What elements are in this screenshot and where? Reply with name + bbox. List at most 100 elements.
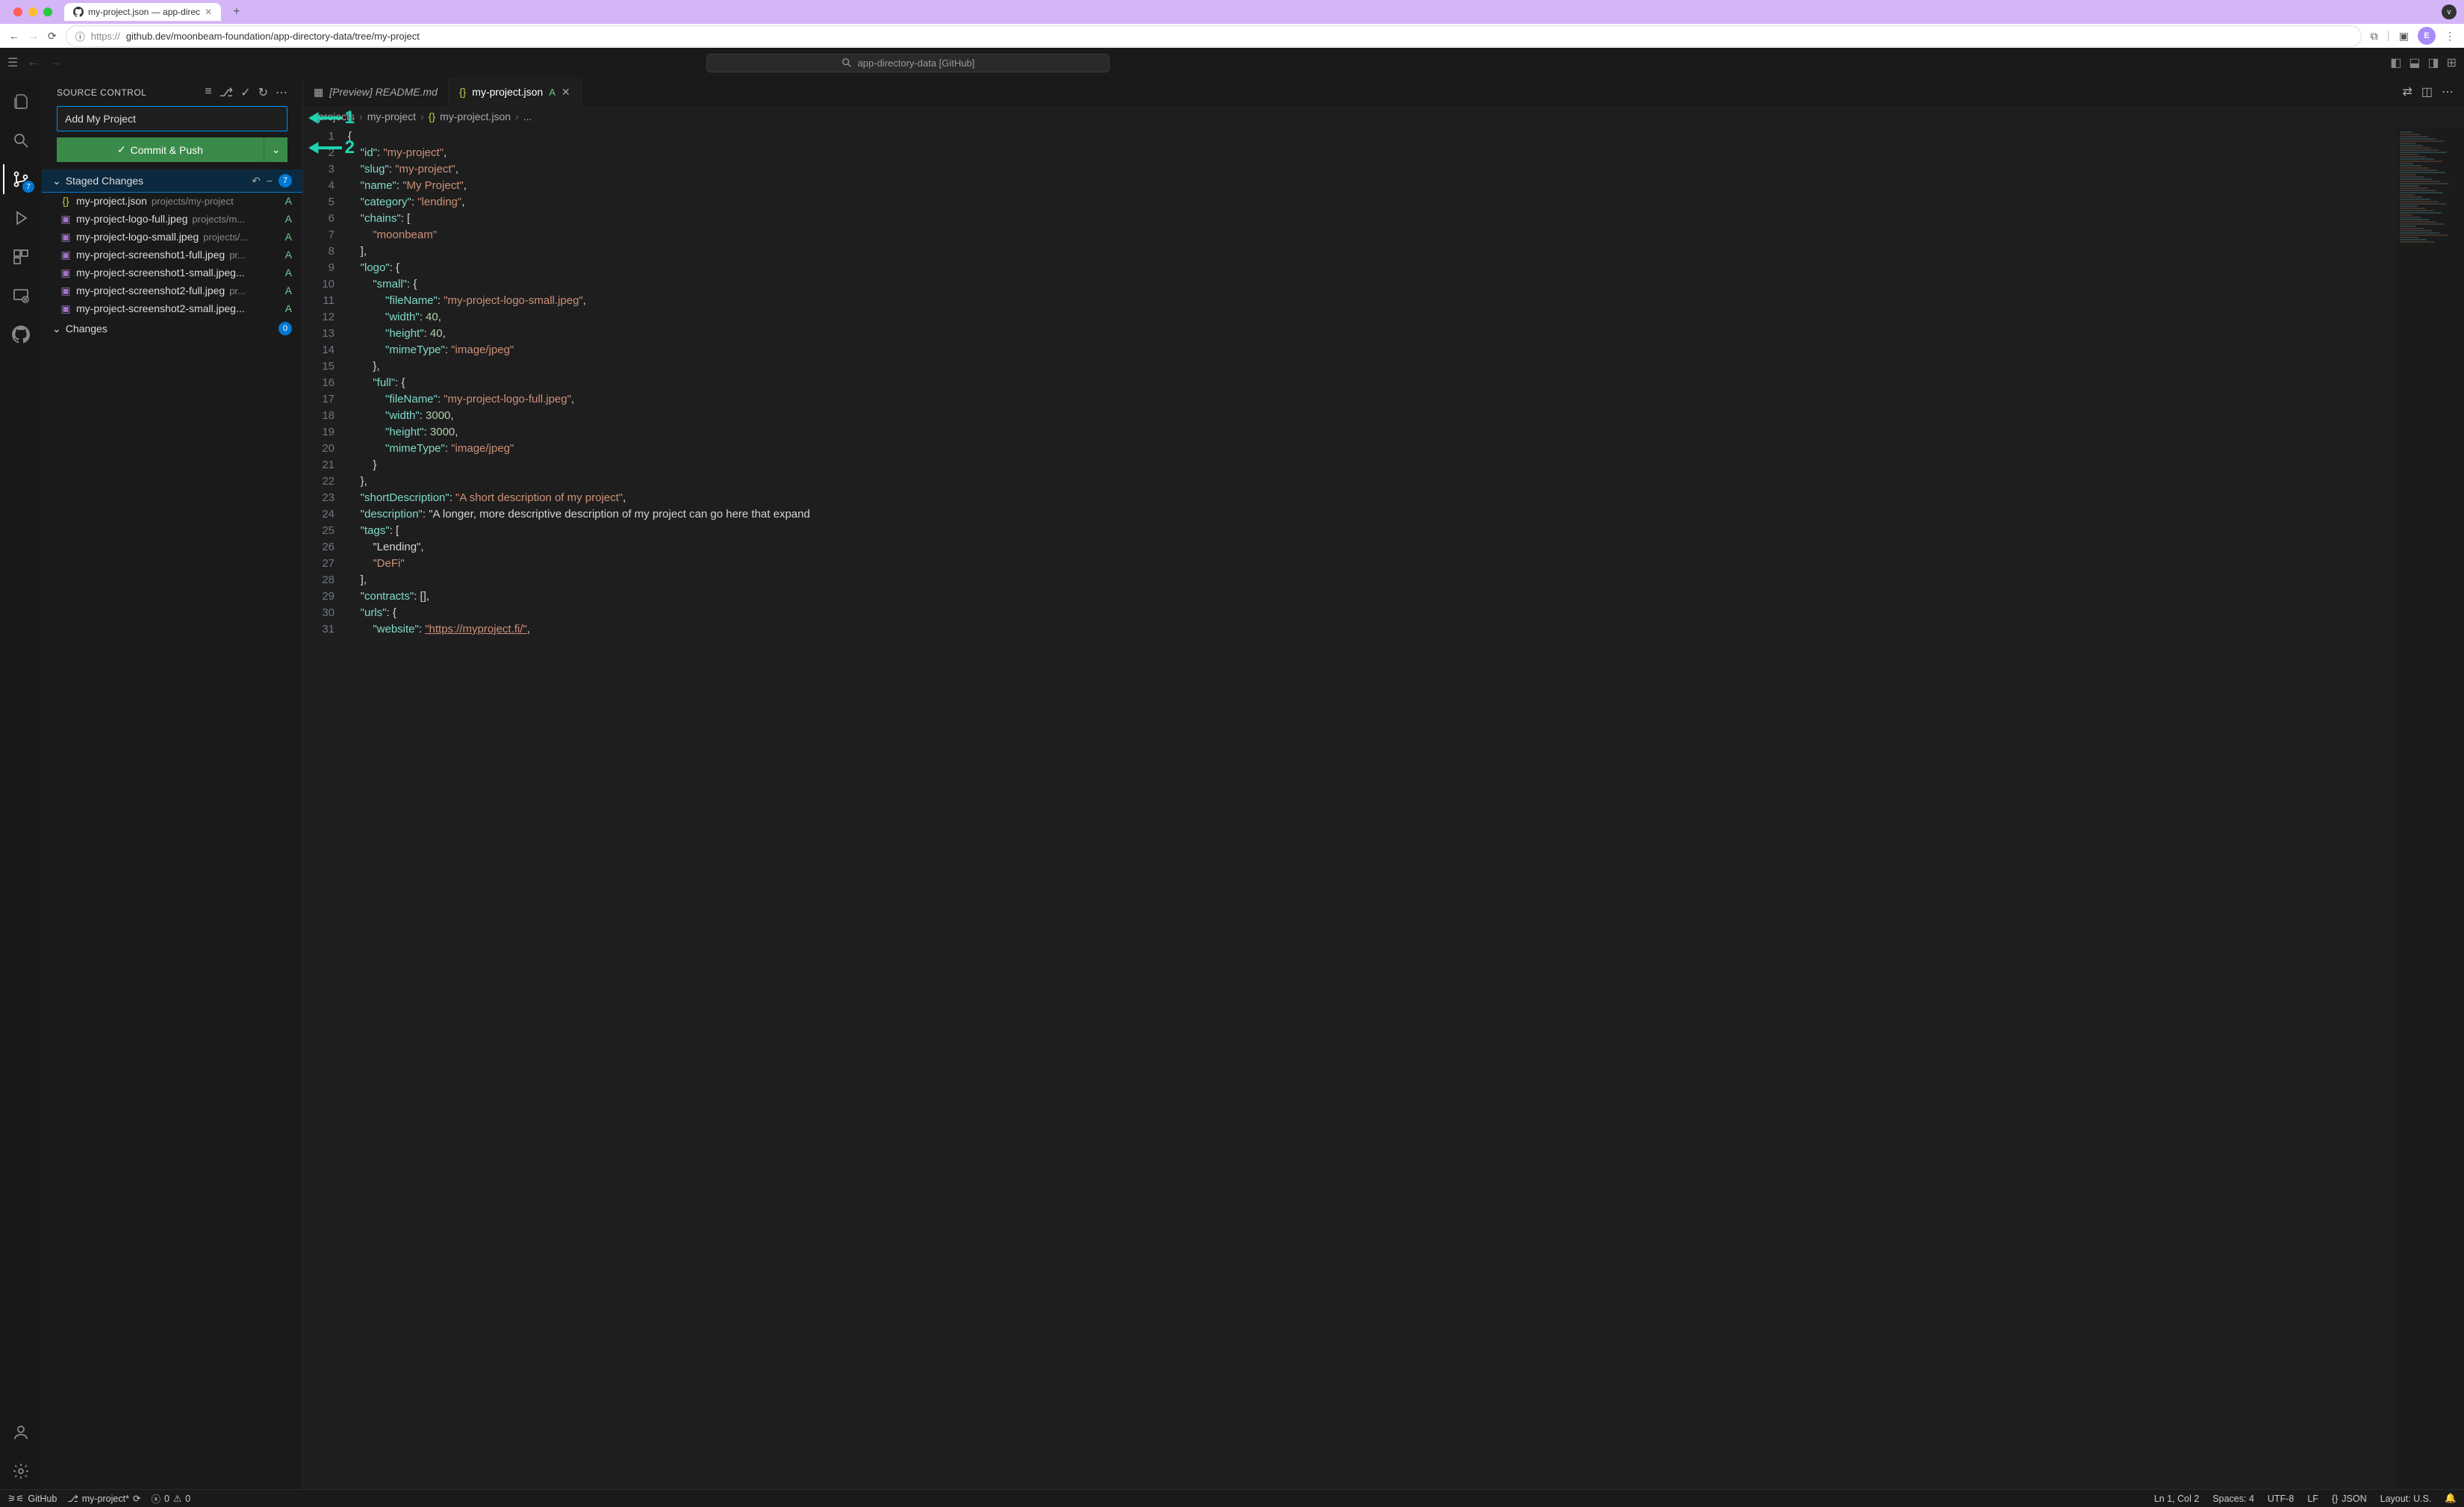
staged-changes-section[interactable]: ⌄ Staged Changes ↶ − 7 xyxy=(42,170,302,192)
url-bar[interactable]: ⓘ https://github.dev/moonbeam-foundation… xyxy=(66,25,2362,47)
breadcrumb-part[interactable]: my-project.json xyxy=(440,111,511,122)
activity-remote[interactable] xyxy=(3,278,39,314)
nav-back[interactable]: ← xyxy=(27,56,39,69)
file-dir: projects/my-project xyxy=(152,196,234,207)
site-info-icon[interactable]: ⓘ xyxy=(75,29,85,43)
create-pr-icon[interactable]: ⎇ xyxy=(220,85,233,100)
minimap[interactable] xyxy=(2397,127,2464,1489)
breadcrumb-part[interactable]: ... xyxy=(523,111,532,122)
layout-sidebar-left-icon[interactable]: ◧ xyxy=(2390,55,2401,70)
staged-file-item[interactable]: ▣my-project-screenshot2-full.jpeg pr...A xyxy=(42,282,302,299)
eol-status[interactable]: LF xyxy=(2307,1493,2318,1504)
commit-push-button[interactable]: ✓ Commit & Push xyxy=(57,137,264,162)
search-icon xyxy=(12,131,30,149)
browser-tab[interactable]: my-project.json — app-direc ✕ xyxy=(64,3,221,21)
refresh-icon[interactable]: ↻ xyxy=(258,85,268,100)
back-button[interactable]: ← xyxy=(9,30,19,42)
git-branch-status[interactable]: ⎇ my-project* ⟳ xyxy=(67,1493,140,1504)
changes-count: 0 xyxy=(279,322,292,335)
activity-search[interactable] xyxy=(3,122,39,158)
chevron-right-icon: › xyxy=(359,111,363,122)
layout-grid-icon[interactable]: ⊞ xyxy=(2447,55,2457,70)
split-editor-icon[interactable]: ◫ xyxy=(2421,84,2433,99)
activity-bar: 7 xyxy=(0,78,42,1489)
files-icon xyxy=(12,93,30,111)
staged-file-item[interactable]: ▣my-project-screenshot1-full.jpeg pr...A xyxy=(42,246,302,264)
json-icon: {} xyxy=(60,195,72,207)
code-editor[interactable]: 1234567891011121314151617181920212223242… xyxy=(303,127,2464,1489)
staged-file-item[interactable]: ▣my-project-screenshot1-small.jpeg... A xyxy=(42,264,302,282)
window-maximize[interactable] xyxy=(43,7,52,16)
notifications-icon[interactable]: 🔔 xyxy=(2445,1493,2457,1504)
close-icon[interactable]: ✕ xyxy=(561,86,570,99)
staged-file-item[interactable]: ▣my-project-logo-full.jpeg projects/m...… xyxy=(42,210,302,228)
tab-label: [Preview] README.md xyxy=(329,86,438,98)
commit-check-icon[interactable]: ✓ xyxy=(240,85,250,100)
close-icon[interactable]: ✕ xyxy=(205,7,212,17)
sync-icon[interactable]: ⟳ xyxy=(133,1493,140,1504)
annotation-2: 2 xyxy=(309,137,355,158)
check-icon: ✓ xyxy=(117,143,126,156)
breadcrumb-part[interactable]: my-project xyxy=(367,111,416,122)
breadcrumb[interactable]: projects › my-project › {} my-project.js… xyxy=(303,106,2464,127)
new-tab-button[interactable]: + xyxy=(227,5,246,19)
profile-avatar[interactable]: E xyxy=(2418,27,2436,45)
staged-count: 7 xyxy=(279,174,292,187)
staged-file-item[interactable]: ▣my-project-screenshot2-small.jpeg... A xyxy=(42,299,302,317)
remote-icon: ⚞⚟ xyxy=(7,1493,24,1504)
window-minimize[interactable] xyxy=(28,7,37,16)
window-close[interactable] xyxy=(13,7,22,16)
staged-file-item[interactable]: {}my-project.json projects/my-projectA xyxy=(42,192,302,210)
indentation-status[interactable]: Spaces: 4 xyxy=(2212,1493,2254,1504)
file-name: my-project-logo-full.jpeg xyxy=(76,213,187,225)
extensions-icon[interactable]: ⧉ xyxy=(2371,30,2378,43)
activity-extensions[interactable] xyxy=(3,239,39,275)
staged-label: Staged Changes xyxy=(66,175,143,187)
annotation-1: 1 xyxy=(309,108,355,128)
more-actions-icon[interactable]: ⋯ xyxy=(276,85,287,100)
activity-source-control[interactable]: 7 xyxy=(3,161,39,197)
activity-run-debug[interactable] xyxy=(3,200,39,236)
scm-tree: ⌄ Staged Changes ↶ − 7 {}my-project.json… xyxy=(42,170,302,1489)
tab-preview-readme[interactable]: ▦ [Preview] README.md xyxy=(303,78,449,106)
view-as-tree-icon[interactable]: ≡ xyxy=(205,85,211,100)
command-center[interactable]: app-directory-data [GitHub] xyxy=(706,54,1110,72)
remote-indicator[interactable]: ⚞⚟ GitHub xyxy=(7,1493,57,1504)
tab-my-project-json[interactable]: {} my-project.json A ✕ xyxy=(449,78,582,106)
scm-badge: 7 xyxy=(22,181,34,193)
activity-github[interactable] xyxy=(3,317,39,352)
vscode-app: ☰ ← → app-directory-data [GitHub] ◧ ⬓ ◨ … xyxy=(0,48,2464,1507)
sidepanel-icon[interactable]: ▣ xyxy=(2399,30,2409,43)
activity-explorer[interactable] xyxy=(3,84,39,119)
browser-dropdown[interactable]: v xyxy=(2442,4,2457,19)
activity-account[interactable] xyxy=(3,1414,39,1450)
code-content[interactable]: { "id": "my-project", "slug": "my-projec… xyxy=(348,127,2397,1489)
source-control-sidebar: Source Control ≡ ⎇ ✓ ↻ ⋯ ✓ Commit & Push xyxy=(42,78,303,1489)
minus-icon[interactable]: − xyxy=(267,175,273,187)
chevron-right-icon: › xyxy=(420,111,424,122)
layout-panel-icon[interactable]: ⬓ xyxy=(2409,55,2420,70)
commit-message-input[interactable] xyxy=(57,106,287,131)
chevron-down-icon: v xyxy=(2442,4,2457,19)
github-icon xyxy=(73,7,84,17)
staged-file-item[interactable]: ▣my-project-logo-small.jpeg projects/...… xyxy=(42,228,302,246)
reload-button[interactable]: ⟳ xyxy=(48,30,57,43)
changes-section[interactable]: ⌄ Changes 0 xyxy=(42,317,302,340)
kebab-menu[interactable]: ⋮ xyxy=(2445,30,2455,43)
image-icon: ▣ xyxy=(60,302,72,314)
cursor-position[interactable]: Ln 1, Col 2 xyxy=(2154,1493,2199,1504)
activity-settings[interactable] xyxy=(3,1453,39,1489)
hamburger-icon[interactable]: ☰ xyxy=(7,55,18,70)
layout-sidebar-right-icon[interactable]: ◨ xyxy=(2427,55,2439,70)
layout-status[interactable]: Layout: U.S. xyxy=(2380,1493,2432,1504)
problems-status[interactable]: ⓧ0 ⚠0 xyxy=(151,1491,190,1506)
json-icon: {} xyxy=(459,86,466,98)
forward-button[interactable]: → xyxy=(28,30,39,42)
more-icon[interactable]: ⋯ xyxy=(2442,84,2454,99)
compare-icon[interactable]: ⇄ xyxy=(2402,84,2412,99)
undo-icon[interactable]: ↶ xyxy=(252,175,261,187)
commit-dropdown[interactable]: ⌄ xyxy=(264,137,287,162)
language-mode[interactable]: {} JSON xyxy=(2332,1493,2367,1504)
encoding-status[interactable]: UTF-8 xyxy=(2268,1493,2294,1504)
nav-forward[interactable]: → xyxy=(49,56,61,69)
